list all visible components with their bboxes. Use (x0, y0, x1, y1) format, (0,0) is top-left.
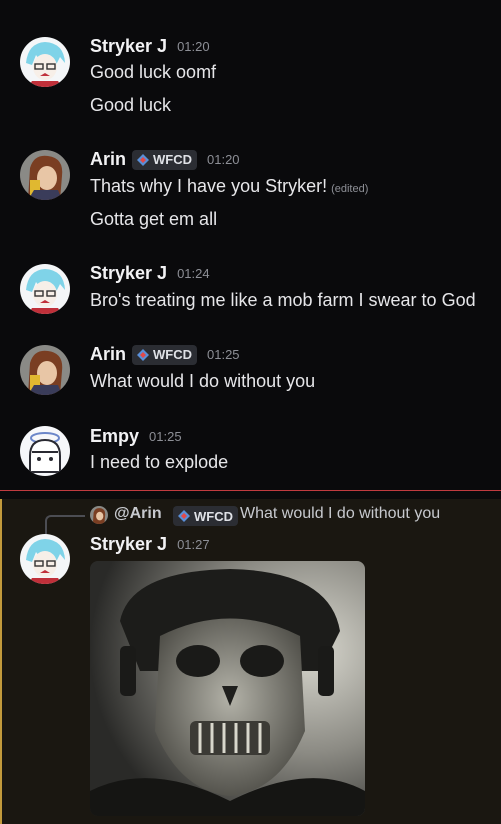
timestamp[interactable]: 01:27 (177, 537, 210, 552)
edited-label: (edited) (331, 183, 369, 195)
message-header: Arin WFCD 01:20 (90, 149, 240, 170)
server-tag[interactable]: WFCD (132, 149, 197, 170)
message-header: Stryker J 01:24 (90, 263, 210, 284)
stryker-avatar-icon (20, 264, 70, 314)
message-text-body: Thats why I have you Stryker! (90, 176, 328, 196)
message-text: Thats why I have you Stryker! (edited) (90, 176, 368, 197)
avatar-stryker[interactable] (20, 264, 70, 314)
skull-mask-image (90, 561, 365, 816)
empy-avatar-icon (20, 426, 70, 476)
timestamp[interactable]: 01:25 (149, 429, 182, 444)
timestamp[interactable]: 01:20 (207, 152, 240, 167)
tag-label: WFCD (153, 152, 192, 167)
username[interactable]: Arin (90, 149, 126, 170)
avatar-stryker[interactable] (20, 534, 70, 584)
reply-avatar[interactable] (90, 506, 108, 524)
timestamp[interactable]: 01:25 (207, 347, 240, 362)
username[interactable]: Arin (90, 344, 126, 365)
server-tag[interactable]: WFCD (132, 344, 197, 365)
avatar-arin[interactable] (20, 150, 70, 200)
avatar-empy[interactable] (20, 426, 70, 476)
message-header: Arin WFCD 01:25 (90, 344, 240, 365)
mention-highlight-bar (0, 499, 2, 824)
reply-preview-text[interactable]: What would I do without you (240, 505, 440, 523)
tag-label: WFCD (153, 347, 192, 362)
arin-avatar-icon (20, 345, 70, 395)
username[interactable]: Stryker J (90, 263, 167, 284)
timestamp[interactable]: 01:24 (177, 266, 210, 281)
image-attachment[interactable] (90, 561, 365, 816)
message-text: Good luck (90, 95, 172, 115)
reply-mention[interactable]: @Arin (114, 505, 162, 523)
diamond-icon (137, 153, 149, 166)
avatar-stryker[interactable] (20, 37, 70, 87)
diamond-icon (178, 510, 190, 522)
message-text: Bro's treating me like a mob farm I swea… (90, 290, 476, 310)
stryker-avatar-icon (20, 534, 70, 584)
message-text: Good luck oomf (90, 62, 217, 82)
new-messages-divider (0, 490, 501, 491)
message-text: What would I do without you (90, 371, 316, 391)
reply-server-tag[interactable]: WFCD (173, 506, 238, 526)
arin-avatar-icon (90, 506, 108, 524)
message-text: I need to explode (90, 452, 229, 472)
message-header: Empy 01:25 (90, 426, 182, 447)
avatar-arin[interactable] (20, 345, 70, 395)
stryker-avatar-icon (20, 37, 70, 87)
arin-avatar-icon (20, 150, 70, 200)
username[interactable]: Empy (90, 426, 139, 447)
message-header: Stryker J 01:27 (90, 534, 210, 555)
timestamp[interactable]: 01:20 (177, 39, 210, 54)
username[interactable]: Stryker J (90, 534, 167, 555)
tag-label: WFCD (194, 508, 233, 524)
message-header: Stryker J 01:20 (90, 36, 210, 57)
username[interactable]: Stryker J (90, 36, 167, 57)
message-text: Gotta get em all (90, 209, 218, 229)
diamond-icon (137, 348, 149, 361)
